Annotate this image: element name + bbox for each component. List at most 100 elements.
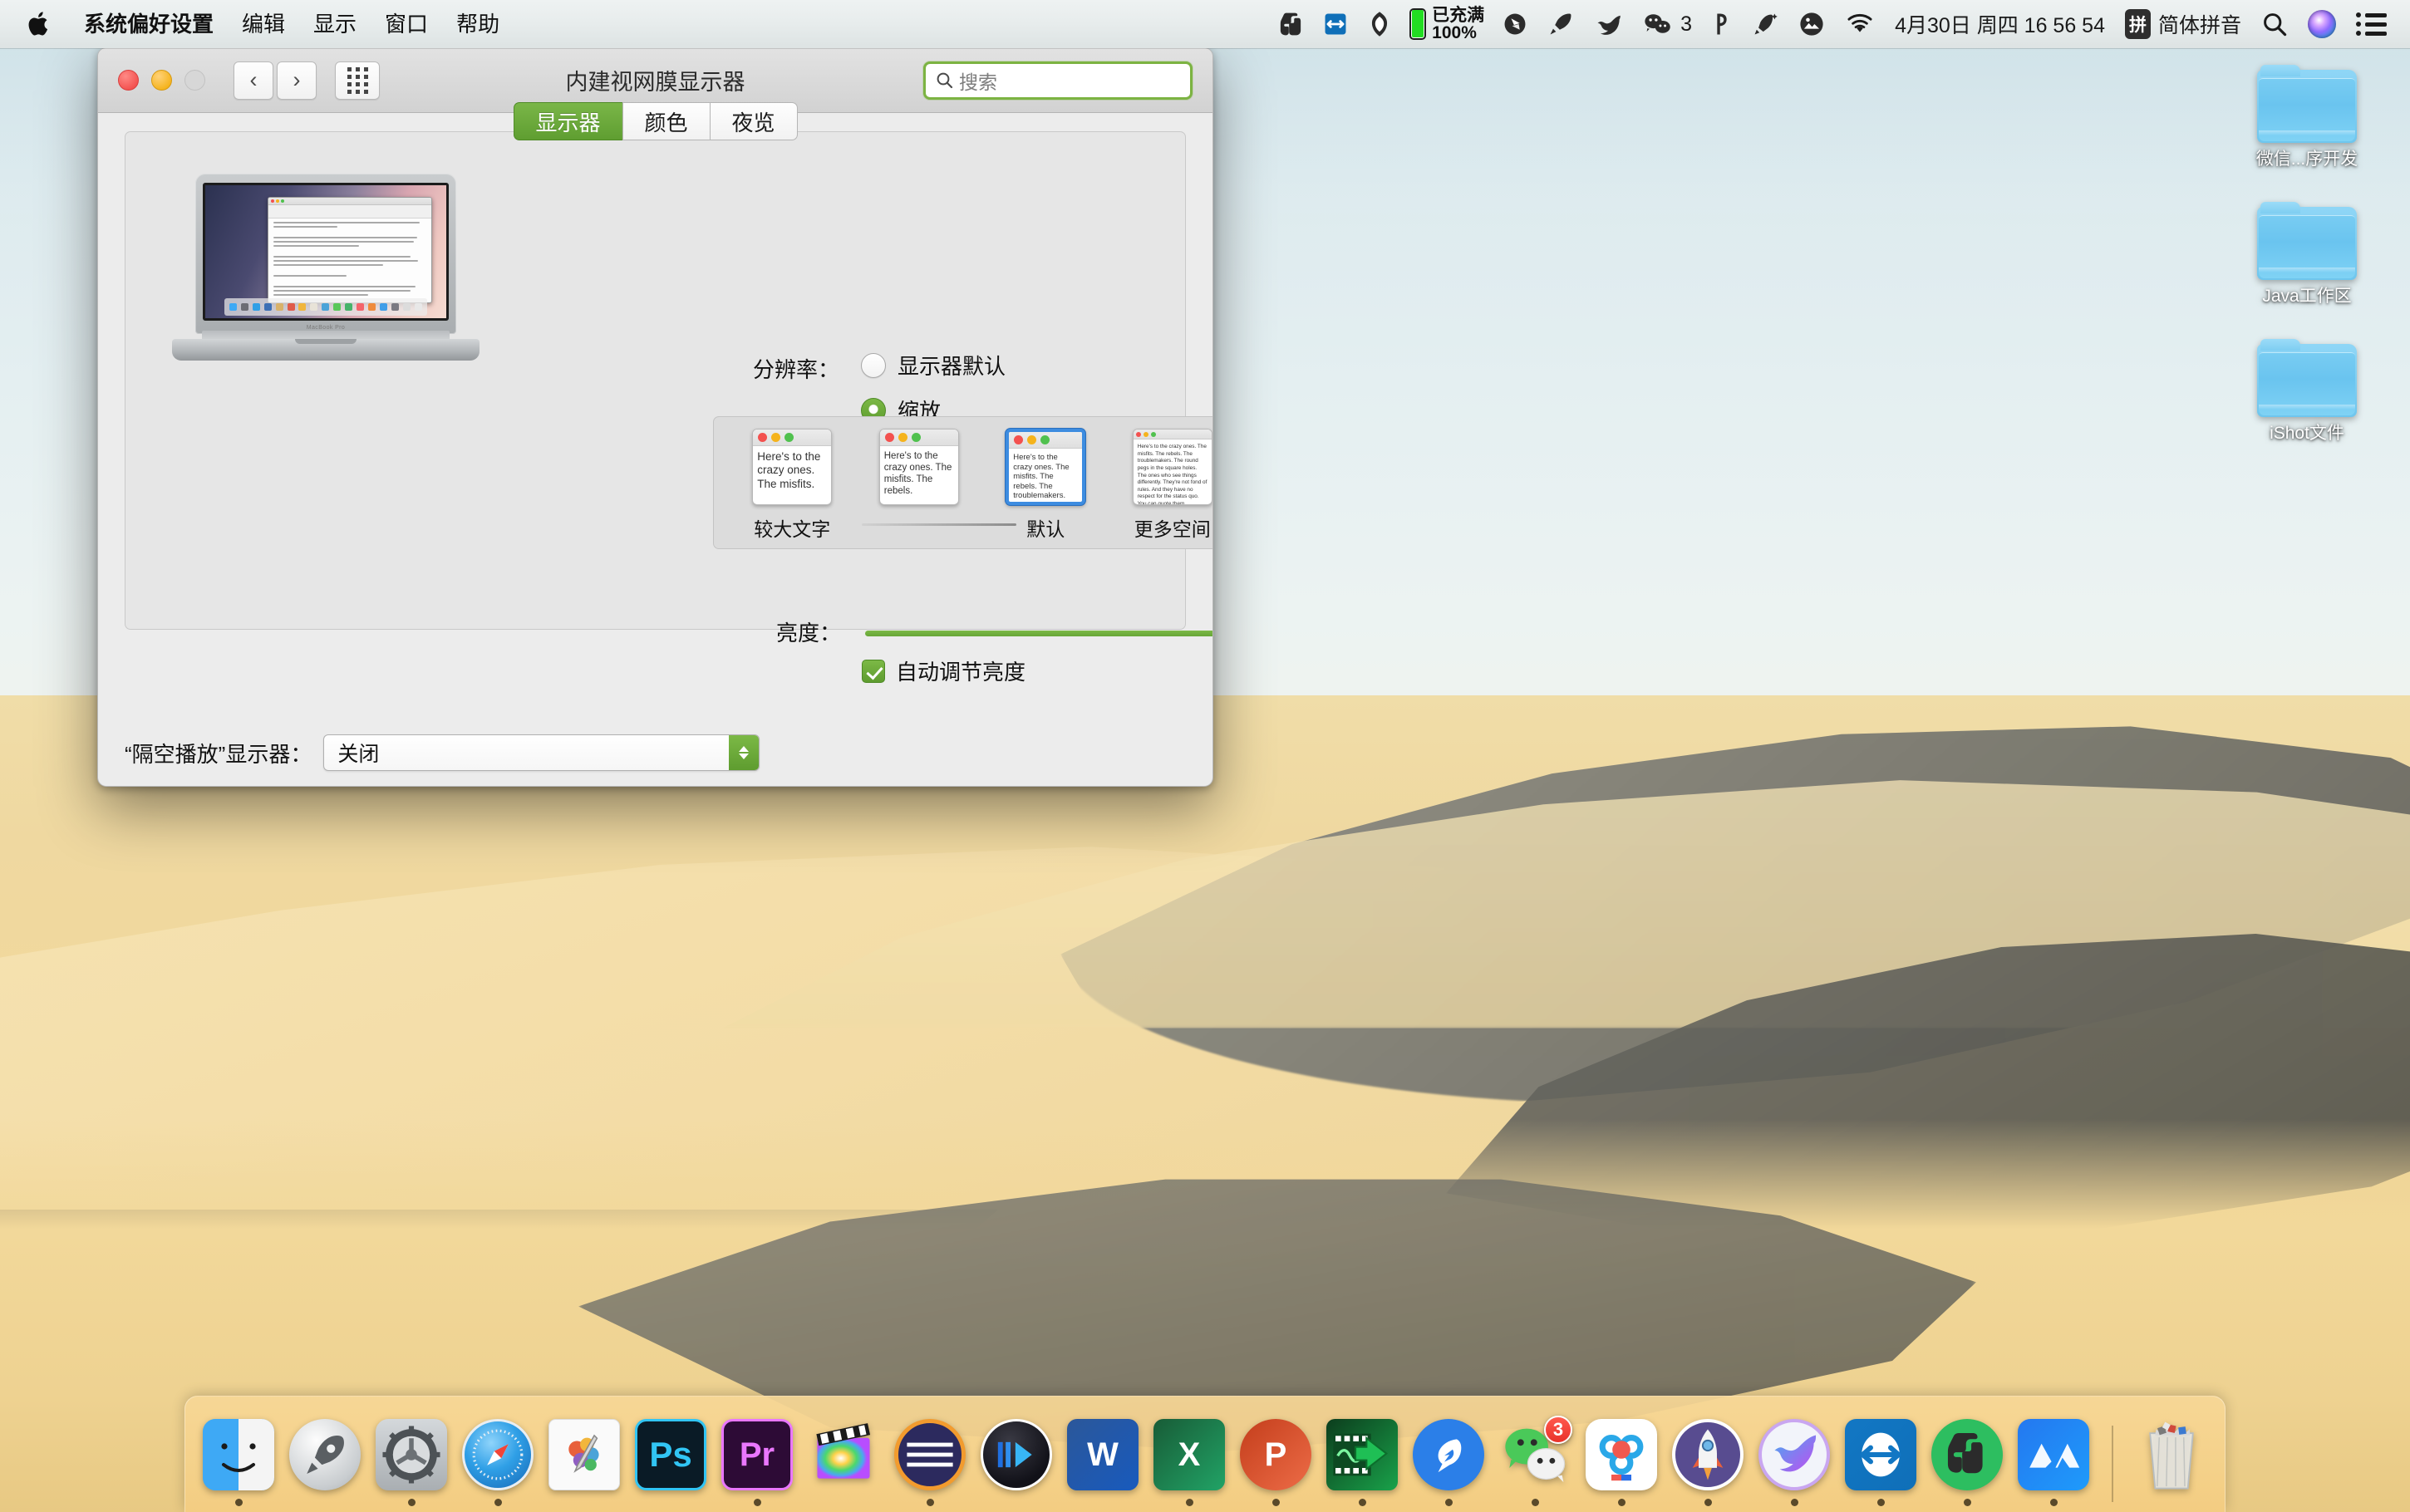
status-rocket-icon[interactable] [1537,0,1584,48]
status-wechat-icon[interactable]: 3 [1632,0,1702,48]
desktop-icon-label: 微信...序开发 [2255,150,2358,169]
menu-item-edit[interactable]: 编辑 [228,0,299,48]
dock-item-media-player[interactable] [978,1419,1055,1512]
status-teamviewer-icon[interactable] [1313,0,1358,48]
ime-badge: 拼 [2124,9,2151,39]
dock-item-trash[interactable] [2133,1419,2210,1512]
auto-brightness-label: 自动调节亮度 [896,660,1026,685]
running-indicator [1617,1499,1626,1506]
resolution-thumbnail: Here's to the crazy ones. The misfits. T… [878,429,959,505]
dock-item-iina[interactable] [892,1419,968,1512]
dock-item-video-converter[interactable] [1324,1419,1400,1512]
minimize-button[interactable] [151,70,172,91]
dock-item-baidu-netdisk[interactable] [1583,1419,1660,1512]
battery-icon [1409,8,1427,40]
status-dropbox-icon[interactable] [1493,0,1537,48]
navigation-buttons: ‹ › [234,61,317,100]
back-button[interactable]: ‹ [234,61,273,100]
forward-button[interactable]: › [277,61,317,100]
status-evernote-icon[interactable] [1268,0,1313,48]
resolution-option-more-space[interactable]: Here's to the crazy ones. The misfits. T… [1121,429,1212,542]
tab-night-shift[interactable]: 夜览 [709,102,798,140]
status-magic-wand-icon[interactable] [1742,0,1788,48]
running-indicator [2049,1499,2058,1506]
dock-item-system-preferences[interactable] [373,1419,450,1512]
resolution-label: 分辨率： [753,357,840,382]
zoom-button [184,70,205,91]
running-indicator [1531,1499,1539,1506]
dock-separator [2112,1426,2113,1502]
dock-item-excel[interactable]: X [1151,1419,1227,1512]
dock-item-dingtalk[interactable] [1410,1419,1487,1512]
thumbnail-text: Here's to the crazy ones. The misfits. [757,450,821,490]
menu-item-system-preferences[interactable]: 系统偏好设置 [70,0,228,48]
status-control-center-icon[interactable] [2346,0,2397,48]
dock-item-powerpoint[interactable]: P [1237,1419,1314,1512]
desktop-icon-label: iShot文件 [2270,424,2344,444]
dock-item-word[interactable]: W [1065,1419,1141,1512]
apple-menu-icon[interactable] [27,10,52,38]
word-label: W [1067,1419,1139,1490]
dock: Ps Pr W X P 3 [184,1396,2226,1512]
desktop-icon-java-workspace[interactable]: Java工作区 [2240,202,2373,307]
preview-dock [224,298,427,316]
dock-item-safari[interactable] [460,1419,536,1512]
dock-item-premiere[interactable]: Pr [719,1419,795,1512]
folder-icon [2257,65,2357,143]
menu-item-view[interactable]: 显示 [299,0,371,48]
status-spotlight-search-icon[interactable] [2251,0,2298,48]
brightness-slider[interactable] [865,621,1212,649]
menu-item-help[interactable]: 帮助 [442,0,514,48]
dock-item-photoshop[interactable]: Ps [632,1419,709,1512]
status-datetime[interactable]: 4月30日 周四 16 56 54 [1885,0,2115,48]
dock-item-blue-m-app[interactable] [2015,1419,2092,1512]
desktop-icon-wechat-dev[interactable]: 微信...序开发 [2240,65,2373,170]
auto-brightness-checkbox[interactable]: 自动调节亮度 [862,655,1025,686]
resolution-thumbnail: Here's to the crazy ones. The misfits. [752,429,833,505]
status-p-icon[interactable] [1702,0,1742,48]
radio-label: 显示器默认 [898,354,1006,379]
running-indicator [1444,1499,1453,1506]
menu-bar-clock: 4月30日 周四 16 56 54 [1895,14,2105,37]
close-button[interactable] [118,70,139,91]
dock-item-teamviewer[interactable] [1842,1419,1919,1512]
menu-item-window[interactable]: 窗口 [371,0,442,48]
excel-label: X [1153,1419,1225,1490]
status-battery[interactable]: 已充满 100% [1401,7,1493,42]
dock-item-finder[interactable] [200,1419,277,1512]
dock-item-bird-app[interactable] [1756,1419,1832,1512]
resolution-option-2[interactable]: Here's to the crazy ones. The misfits. T… [868,429,971,513]
desktop-icon-ishot-files[interactable]: iShot文件 [2240,339,2373,444]
status-input-method[interactable]: 拼 简体拼音 [2115,0,2251,48]
dock-item-rocket-app[interactable] [1670,1419,1746,1512]
search-placeholder: 搜索 [959,71,997,93]
dock-item-final-cut-pro[interactable] [805,1419,882,1512]
desktop-screen: 系统偏好设置 编辑 显示 窗口 帮助 已充满 100% 3 4月30日 周四 1… [0,0,2410,1512]
dock-item-launchpad[interactable] [287,1419,363,1512]
menu-bar-status-area: 已充满 100% 3 4月30日 周四 16 56 54 拼 简体拼音 [1268,0,2397,48]
dock-item-evernote[interactable] [1929,1419,2005,1512]
radio-display-default[interactable]: 显示器默认 [861,350,1006,380]
resolution-option-label: 较大文字 [754,518,831,540]
tab-color[interactable]: 颜色 [622,102,710,140]
status-hexagon-icon[interactable] [1358,0,1401,48]
displays-preferences-window[interactable]: ‹ › 内建视网膜显示器 搜索 显示器 颜色 夜览 MacBook Pro 分辨… [97,47,1213,787]
desktop-icon-column: 微信...序开发 Java工作区 iShot文件 [2240,65,2373,477]
resolution-option-label: 默认 [1026,518,1065,540]
resolution-track-line [862,523,1016,526]
folder-icon [2257,339,2357,418]
search-field[interactable]: 搜索 [923,61,1193,100]
status-bird-icon[interactable] [1584,0,1632,48]
show-all-button[interactable] [335,61,380,100]
tab-display[interactable]: 显示器 [513,102,622,140]
brightness-label: 亮度： [776,621,842,646]
status-siri-icon[interactable] [2298,0,2346,48]
folder-icon [2257,202,2357,281]
resolution-option-larger-text[interactable]: Here's to the crazy ones. The misfits. 较… [740,429,844,542]
dock-item-paintbrush[interactable] [546,1419,622,1512]
status-photo-icon[interactable] [1788,0,1835,48]
dock-item-wechat[interactable]: 3 [1497,1416,1573,1512]
status-wifi-icon[interactable] [1835,0,1885,48]
dock-area: Ps Pr W X P 3 [0,1387,2410,1512]
airplay-popup-button[interactable]: 关闭 [323,734,760,771]
